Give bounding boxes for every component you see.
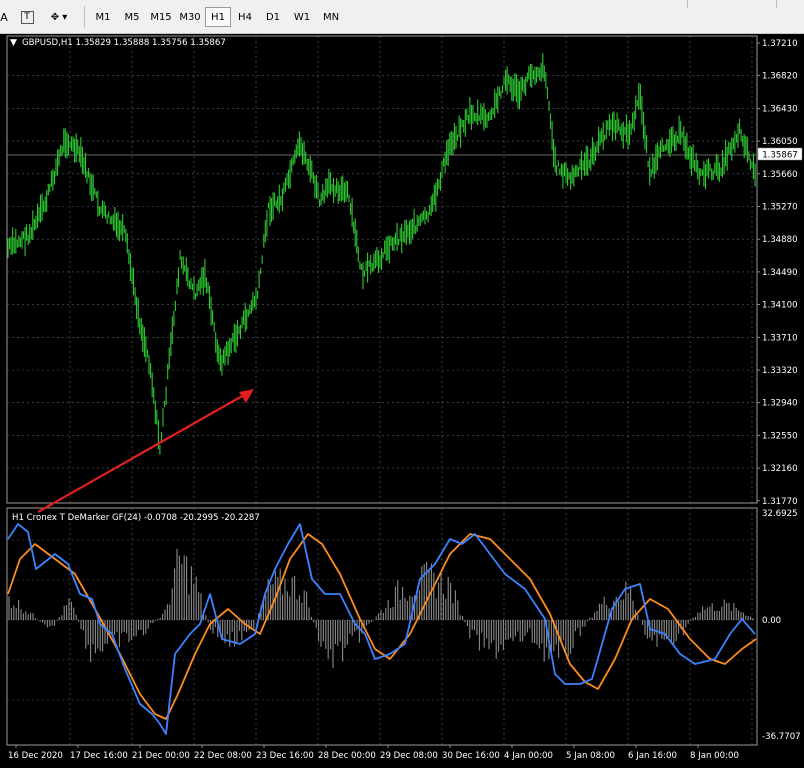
indicator-scale-label: 0.00 [762, 616, 781, 626]
timeframe-button-mn[interactable]: MN [317, 7, 345, 27]
time-label: 5 Jan 08:00 [566, 751, 615, 761]
timeframe-button-m1[interactable]: M1 [89, 7, 117, 27]
timeframe-button-w1[interactable]: W1 [288, 7, 316, 27]
chart-window[interactable]: 1.37210 1.36820 1.36430 1.36050 1.35660 1.352… [0, 34, 804, 768]
price-label: 1.33320 [762, 366, 798, 376]
main-chart-collapse-icon[interactable]: ▼ [10, 38, 17, 48]
text-icon[interactable]: T [18, 7, 36, 27]
toolbar-divider [687, 0, 688, 8]
time-label: 23 Dec 16:00 [256, 751, 314, 761]
price-label: 1.31770 [762, 497, 798, 507]
toolbar-separator [84, 6, 85, 28]
timeframe-button-m15[interactable]: M15 [147, 7, 175, 27]
main-chart-header: GBPUSD,H1 1.35829 1.35888 1.35756 1.3586… [22, 38, 226, 48]
price-label: 1.32940 [762, 399, 798, 409]
price-label: 1.35660 [762, 170, 798, 180]
price-label: 1.33710 [762, 333, 798, 343]
price-label: 1.34490 [762, 268, 798, 278]
price-label: 1.34880 [762, 235, 798, 245]
time-label: 30 Dec 16:00 [442, 751, 500, 761]
price-label: 1.34100 [762, 301, 798, 311]
indicator-scale-label: -36.7707 [762, 732, 801, 742]
time-label: 21 Dec 00:00 [132, 751, 190, 761]
timeframe-button-m30[interactable]: M30 [176, 7, 204, 27]
timeframe-button-d1[interactable]: D1 [259, 7, 287, 27]
current-price-label: 1.35867 [762, 151, 798, 161]
price-label: 1.32550 [762, 431, 798, 441]
price-label: 1.32160 [762, 464, 798, 474]
toolbar: A T ✥ ▾ M1 M5 M15 M30 H1 H4 D1 W1 MN [0, 0, 804, 34]
current-price-tag: 1.35867 [757, 147, 803, 161]
price-label: 1.36050 [762, 137, 798, 147]
time-label: 22 Dec 08:00 [194, 751, 252, 761]
timeframe-button-h4[interactable]: H4 [232, 7, 258, 27]
indicator-scale-label: 32.6925 [762, 509, 798, 519]
time-label: 29 Dec 08:00 [380, 751, 438, 761]
time-label: 28 Dec 00:00 [318, 751, 376, 761]
indicator-header: H1 Cronex T DeMarker GF(24) -0.0708 -20.… [12, 513, 260, 523]
timeframe-button-h1[interactable]: H1 [205, 7, 231, 27]
shapes-dropdown-icon[interactable]: ✥ ▾ [44, 7, 74, 27]
price-label: 1.36820 [762, 72, 798, 82]
font-icon[interactable]: A [0, 7, 8, 27]
price-label: 1.35270 [762, 203, 798, 213]
price-label: 1.36430 [762, 104, 798, 114]
price-label: 1.37210 [762, 39, 798, 49]
toolbar-divider [776, 0, 777, 8]
time-label: 8 Jan 00:00 [690, 751, 739, 761]
time-label: 6 Jan 16:00 [628, 751, 677, 761]
time-label: 17 Dec 16:00 [70, 751, 128, 761]
time-label: 4 Jan 00:00 [504, 751, 553, 761]
time-label: 16 Dec 2020 [8, 751, 63, 761]
timeframe-button-m5[interactable]: M5 [118, 7, 146, 27]
